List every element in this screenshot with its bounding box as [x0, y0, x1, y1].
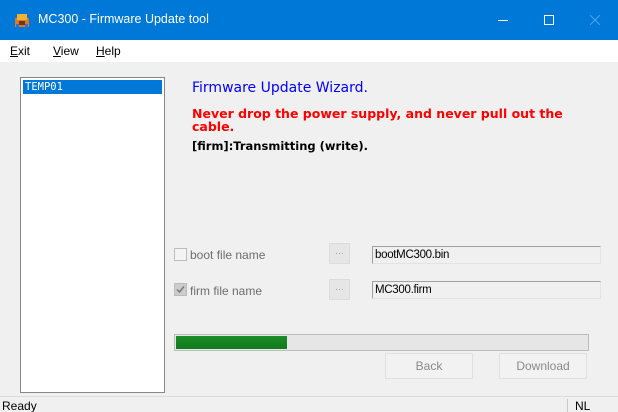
boot-file-checkbox[interactable] — [174, 248, 187, 261]
boot-file-field[interactable]: bootMC300.bin — [372, 246, 601, 264]
menu-bar: Exit View Help — [0, 40, 618, 62]
transfer-status: [firm]:Transmitting (write). — [192, 139, 369, 153]
device-list[interactable]: TEMP01 — [20, 77, 165, 393]
menu-view-label: iew — [60, 44, 79, 58]
firm-browse-button[interactable]: ... — [329, 279, 350, 300]
status-separator — [567, 399, 568, 412]
app-icon — [14, 12, 30, 28]
firm-file-field[interactable]: MC300.firm — [372, 281, 601, 299]
close-button[interactable] — [572, 0, 618, 40]
warning-message: Never drop the power supply, and never p… — [192, 106, 563, 134]
status-bar: Ready NL — [0, 396, 618, 412]
menu-help-accel: H — [96, 44, 105, 58]
menu-exit[interactable]: Exit — [10, 44, 30, 58]
boot-file-label: boot file name — [190, 248, 266, 262]
menu-exit-accel: E — [10, 44, 19, 58]
menu-help[interactable]: Help — [96, 44, 121, 58]
progress-fill — [176, 336, 287, 349]
menu-exit-label: xit — [18, 44, 31, 58]
title-bar[interactable]: MC300 - Firmware Update tool — [0, 0, 618, 40]
checkmark-icon — [176, 286, 185, 294]
menu-help-label: elp — [104, 44, 121, 58]
minimize-icon — [498, 20, 508, 21]
minimize-button[interactable] — [480, 0, 526, 40]
close-icon — [590, 15, 600, 25]
maximize-icon — [544, 15, 554, 25]
progress-bar — [174, 334, 589, 351]
firm-file-label: firm file name — [190, 284, 263, 298]
back-button[interactable]: Back — [385, 353, 473, 379]
status-nl: NL — [575, 399, 591, 412]
list-item[interactable]: TEMP01 — [23, 80, 162, 94]
status-ready: Ready — [2, 399, 37, 412]
menu-view-accel: V — [53, 44, 61, 58]
menu-view[interactable]: View — [53, 44, 79, 58]
maximize-button[interactable] — [526, 0, 572, 40]
window-title: MC300 - Firmware Update tool — [38, 12, 209, 26]
boot-browse-button[interactable]: ... — [329, 243, 350, 264]
firm-file-checkbox[interactable] — [174, 283, 187, 296]
wizard-title: Firmware Update Wizard. — [192, 80, 368, 96]
download-button[interactable]: Download — [499, 353, 587, 379]
